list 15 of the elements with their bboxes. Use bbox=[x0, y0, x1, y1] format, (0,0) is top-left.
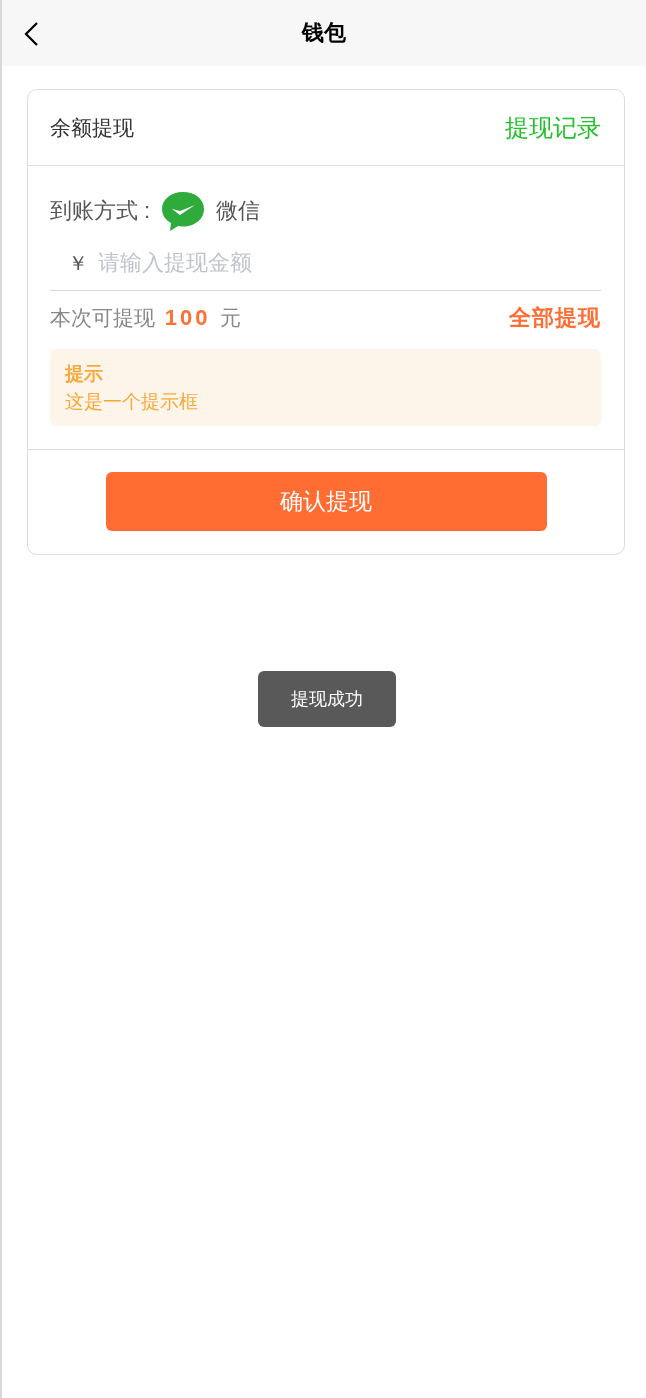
back-icon[interactable] bbox=[22, 21, 40, 47]
withdraw-records-link[interactable]: 提现记录 bbox=[505, 111, 601, 144]
available-amount-text: 本次可提现 100 元 bbox=[50, 304, 242, 332]
withdraw-all-link[interactable]: 全部提现 bbox=[509, 303, 601, 333]
currency-symbol: ￥ bbox=[68, 250, 88, 276]
chat-bubble-check-icon bbox=[160, 190, 207, 232]
confirm-withdraw-button[interactable]: 确认提现 bbox=[105, 472, 547, 531]
tip-message: 这是一个提示框 bbox=[65, 390, 199, 414]
section-title: 余额提现 bbox=[50, 114, 134, 141]
toast-message: 提现成功 bbox=[258, 671, 396, 727]
payout-method-name: 微信 bbox=[216, 197, 261, 225]
payout-method-label: 到账方式 : bbox=[50, 197, 151, 225]
page-title: 钱包 bbox=[302, 19, 346, 47]
amount-input-field[interactable]: 请输入提现金额 bbox=[98, 246, 601, 280]
tip-title: 提示 bbox=[65, 362, 104, 386]
